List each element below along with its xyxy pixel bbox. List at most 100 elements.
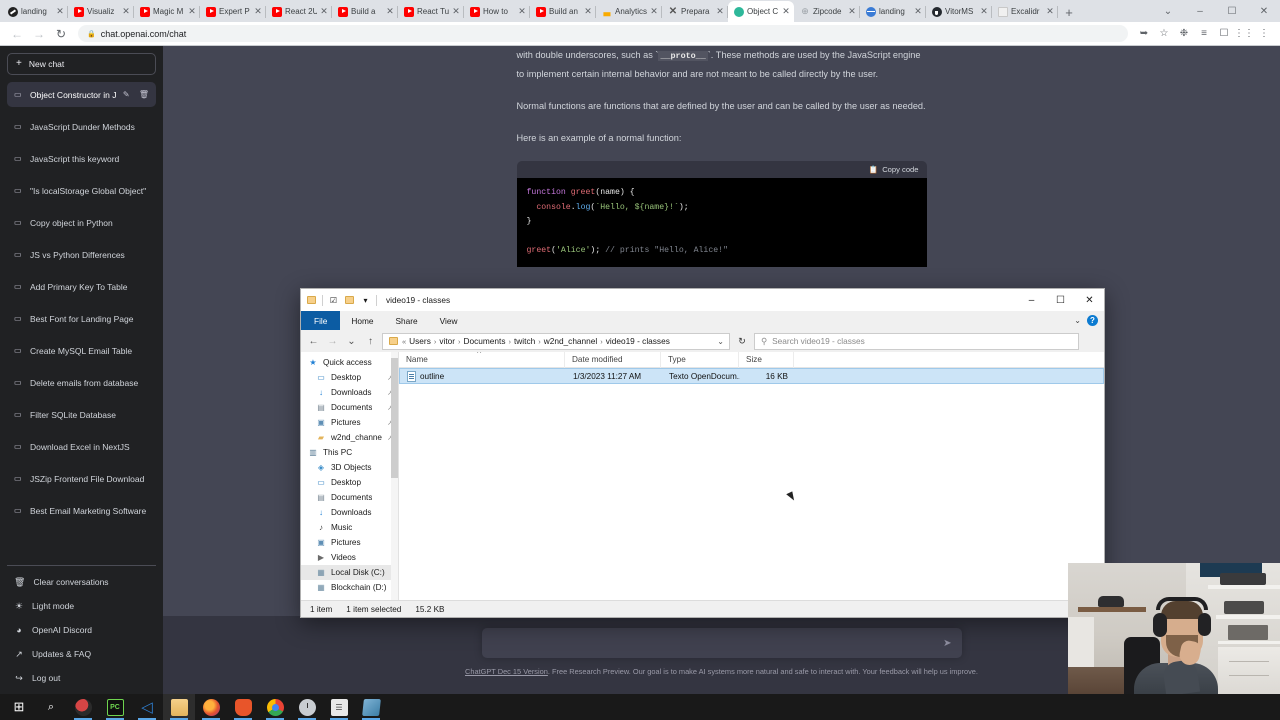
nav-item-10[interactable]: ↓ Downloads (301, 505, 398, 520)
nav-scroll-thumb[interactable] (391, 358, 398, 478)
copy-code-button[interactable]: Copy code (882, 161, 918, 179)
address-bar[interactable]: 🔒 chat.openai.com/chat (78, 25, 1128, 42)
explorer-back-button[interactable]: ← (306, 332, 321, 350)
conversation-item-4[interactable]: ▭ Copy object in Python (7, 210, 156, 235)
column-header-name[interactable]: Name ^ (399, 352, 565, 368)
chat-composer[interactable]: ➤ (481, 628, 962, 658)
ribbon-tab-share[interactable]: Share (385, 311, 429, 330)
nav-item-1[interactable]: ▭Desktop↗ (301, 370, 398, 385)
tab-close-icon[interactable]: ✕ (980, 7, 988, 16)
new-folder-icon[interactable] (344, 295, 355, 306)
browser-tab-7[interactable]: How to ✕ (464, 1, 530, 22)
column-header-date[interactable]: Date modified (565, 352, 661, 368)
conversation-item-11[interactable]: ▭ Download Excel in NextJS (7, 434, 156, 459)
vscode-app[interactable]: ◁ (131, 694, 163, 720)
nav-item-2[interactable]: ↓Downloads↗ (301, 385, 398, 400)
obs-app[interactable] (355, 694, 387, 720)
nav-item-12[interactable]: ▣ Pictures (301, 535, 398, 550)
browser-tab-2[interactable]: Magic M ✕ (134, 1, 200, 22)
browser-tab-14[interactable]: VitorMS ✕ (926, 1, 992, 22)
customize-caret-icon[interactable]: ▾ (360, 295, 371, 306)
explorer-minimize-button[interactable]: – (1017, 289, 1046, 311)
conversation-item-5[interactable]: ▭ JS vs Python Differences (7, 242, 156, 267)
conversation-item-7[interactable]: ▭ Best Font for Landing Page (7, 306, 156, 331)
tab-close-icon[interactable]: ✕ (122, 7, 130, 16)
notes-app[interactable]: ☰ (323, 694, 355, 720)
edit-icon[interactable]: ✎ (123, 90, 132, 99)
start-button[interactable]: ⊞ (3, 694, 35, 720)
send-arrow-icon[interactable]: ➤ (943, 638, 951, 649)
browser-tab-3[interactable]: Expert P ✕ (200, 1, 266, 22)
browser-tab-10[interactable]: ✕ Prepara ✕ (662, 1, 728, 22)
brave-app[interactable] (227, 694, 259, 720)
explorer-search-box[interactable]: ⚲ Search video19 - classes (754, 332, 1079, 350)
help-icon[interactable]: ? (1087, 315, 1098, 326)
breadcrumb-crumb-1[interactable]: vitor (439, 336, 455, 346)
chevron-down-icon[interactable]: ⌄ (1074, 316, 1081, 325)
nav-item-7[interactable]: ◈ 3D Objects (301, 460, 398, 475)
breadcrumb-chevron-icon[interactable]: ⌄ (717, 337, 724, 346)
bookmark-star-icon[interactable]: ☆ (1154, 23, 1174, 45)
browser-maximize-button[interactable]: ☐ (1216, 1, 1248, 22)
nav-item-11[interactable]: ♪ Music (301, 520, 398, 535)
column-header-type[interactable]: Type (661, 352, 739, 368)
chrome-app[interactable] (259, 694, 291, 720)
tab-close-icon[interactable]: ✕ (452, 7, 460, 16)
nav-item-9[interactable]: ▤ Documents (301, 490, 398, 505)
firefox-app[interactable] (195, 694, 227, 720)
conversation-item-0[interactable]: ▭ Object Constructor in J ✎ 🗑 (7, 82, 156, 107)
nav-scrollbar[interactable] (391, 352, 398, 600)
tab-close-icon[interactable]: ✕ (1046, 7, 1054, 16)
breadcrumb-crumb-4[interactable]: w2nd_channel (544, 336, 598, 346)
version-link[interactable]: ChatGPT Dec 15 Version (465, 667, 548, 676)
conversation-item-8[interactable]: ▭ Create MySQL Email Table (7, 338, 156, 363)
browser-tab-11[interactable]: Object C ✕ (728, 1, 794, 22)
tab-close-icon[interactable]: ✕ (386, 7, 394, 16)
explorer-forward-button[interactable]: → (325, 332, 340, 350)
explorer-refresh-button[interactable]: ↻ (734, 333, 750, 350)
conversation-item-9[interactable]: ▭ Delete emails from database (7, 370, 156, 395)
tab-close-icon[interactable]: ✕ (914, 7, 922, 16)
browser-tab-12[interactable]: ⊕ Zipcode ✕ (794, 1, 860, 22)
explorer-recent-button[interactable]: ⌄ (344, 332, 359, 350)
forward-button[interactable]: → (28, 23, 50, 45)
conversation-item-12[interactable]: ▭ JSZip Frontend File Download (7, 466, 156, 491)
paint-app[interactable] (67, 694, 99, 720)
ribbon-tab-home[interactable]: Home (340, 311, 384, 330)
tab-close-icon[interactable]: ✕ (848, 7, 856, 16)
breadcrumb-crumb-3[interactable]: twitch (514, 336, 535, 346)
tab-close-icon[interactable]: ✕ (650, 7, 658, 16)
clock-app[interactable] (291, 694, 323, 720)
conversation-item-6[interactable]: ▭ Add Primary Key To Table (7, 274, 156, 299)
file-explorer-app[interactable] (163, 694, 195, 720)
browser-tab-6[interactable]: React Tu ✕ (398, 1, 464, 22)
nav-item-6[interactable]: ▥ This PC (301, 445, 398, 460)
sidebar-footer-item-2[interactable]: ◕ OpenAI Discord (7, 618, 156, 642)
folder-icon[interactable] (306, 295, 317, 306)
browser-tab-4[interactable]: React 2U ✕ (266, 1, 332, 22)
tab-close-icon[interactable]: ✕ (56, 7, 64, 16)
nav-item-15[interactable]: ▦ Blockchain (D:) (301, 580, 398, 595)
apps-grid-icon[interactable]: ⋮⋮ (1234, 23, 1254, 45)
browser-close-button[interactable]: ✕ (1248, 1, 1280, 22)
tab-close-icon[interactable]: ✕ (584, 7, 592, 16)
nav-item-8[interactable]: ▭ Desktop (301, 475, 398, 490)
breadcrumb-crumb-2[interactable]: Documents (464, 336, 506, 346)
conversation-item-3[interactable]: ▭ "Is localStorage Global Object" (7, 178, 156, 203)
browser-tab-8[interactable]: Build an ✕ (530, 1, 596, 22)
nav-item-14[interactable]: ▦ Local Disk (C:) (301, 565, 398, 580)
ribbon-tab-file[interactable]: File (301, 311, 341, 330)
browser-tab-5[interactable]: Build a ✕ (332, 1, 398, 22)
sidebar-footer-item-1[interactable]: ☀ Light mode (7, 594, 156, 618)
back-button[interactable]: ← (6, 23, 28, 45)
tab-close-icon[interactable]: ✕ (254, 7, 262, 16)
explorer-title-bar[interactable]: ☑ ▾ video19 - classes – ☐ ✕ (301, 289, 1104, 311)
explorer-maximize-button[interactable]: ☐ (1046, 289, 1075, 311)
tab-search-button[interactable]: ⌄ (1152, 1, 1184, 22)
conversation-item-13[interactable]: ▭ Best Email Marketing Software (7, 498, 156, 523)
extensions-icon[interactable]: ❉ (1174, 23, 1194, 45)
tab-close-icon[interactable]: ✕ (782, 7, 790, 16)
tab-close-icon[interactable]: ✕ (188, 7, 196, 16)
new-chat-button[interactable]: + New chat (7, 53, 156, 75)
nav-item-5[interactable]: ▰w2nd_channe↗ (301, 430, 398, 445)
